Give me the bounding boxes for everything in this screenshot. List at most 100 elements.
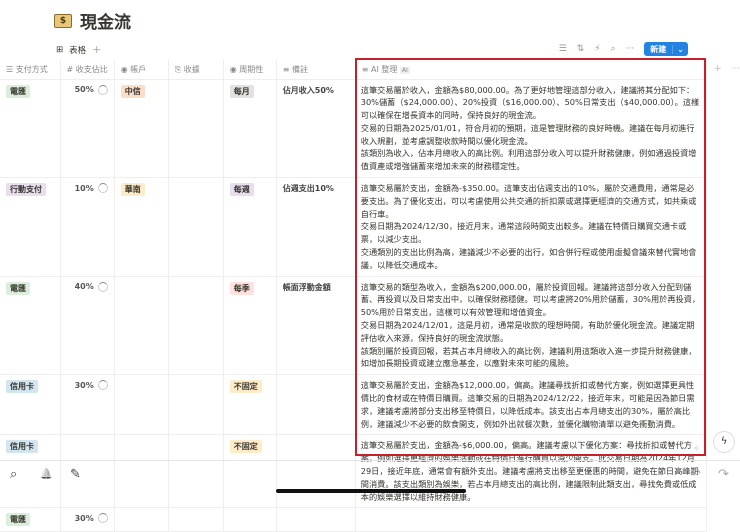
cell-period[interactable]: 每季 — [223, 276, 277, 376]
cell-note[interactable]: 佔月收入50% — [276, 79, 356, 179]
cell-ai-summary[interactable] — [355, 507, 707, 532]
table-icon: ⊞ — [56, 44, 64, 55]
period-tag[interactable]: 不固定 — [229, 440, 262, 454]
note-text: 帳面浮動金額 — [282, 282, 331, 292]
period-tag[interactable]: 每月 — [229, 84, 254, 98]
period-tag[interactable]: 不固定 — [229, 380, 262, 394]
period-tag[interactable]: 每週 — [229, 183, 254, 197]
cell-receipt[interactable] — [168, 177, 224, 277]
payment-tag[interactable]: 行動支付 — [6, 183, 46, 197]
column-type-icon: ◉ — [120, 64, 128, 74]
cell-account[interactable] — [114, 507, 169, 532]
table-row[interactable]: 電匯 40% 每季 帳面浮動金額 這筆交易的類型為收入，金額為$200,000.00，屬… — [0, 276, 707, 376]
search-icon[interactable]: ⌕ — [10, 467, 17, 482]
table-row[interactable]: 電匯 30% — [0, 507, 707, 532]
cell-account[interactable]: 華南 — [114, 177, 169, 277]
column-label: 收據 — [183, 64, 200, 74]
table-row[interactable]: 行動支付 10% 華南 每週 佔週支出10% 這筆交易屬於支出，金額為-$350.00。這… — [0, 177, 707, 277]
new-button-label[interactable]: 新建 — [644, 44, 672, 55]
sparkle-icon[interactable]: ✧ — [693, 444, 700, 453]
cell-receipt[interactable] — [168, 276, 224, 376]
more-icon[interactable]: ··· — [626, 44, 635, 54]
column-header[interactable]: ⎘ 收據 — [168, 60, 224, 80]
automation-icon[interactable]: ⚡ — [594, 44, 600, 54]
bell-icon[interactable]: 🔔 — [40, 469, 52, 480]
column-label: 帳戶 — [130, 64, 147, 74]
payment-tag[interactable]: 信用卡 — [6, 440, 38, 454]
progress-ring-icon — [97, 183, 108, 194]
column-header[interactable]: # 收支佔比 — [60, 60, 115, 80]
search-icon[interactable]: ⌕ — [611, 44, 616, 54]
ai-summary-text: 這筆交易屬於支出，金額為$12,000.00，偏高。建議尋找折扣或替代方案，例如… — [360, 380, 695, 429]
column-header[interactable]: ◉ 帳戶 — [114, 60, 169, 80]
payment-tag[interactable]: 電匯 — [6, 281, 30, 295]
cell-ratio[interactable]: 30% — [60, 374, 115, 436]
cell-period[interactable] — [223, 507, 277, 532]
compose-icon[interactable]: ✎ — [70, 467, 81, 482]
cell-ai-summary[interactable]: 這筆交易屬於收入，金額為$80,000.00。為了更好地管理這部分收入，建議將其… — [355, 79, 707, 179]
progress-ring-icon — [97, 84, 108, 95]
account-tag[interactable]: 華南 — [120, 183, 145, 197]
cell-note[interactable] — [276, 374, 356, 436]
account-tag[interactable]: 中信 — [120, 84, 145, 98]
period-tag[interactable]: 每季 — [229, 281, 254, 295]
table-row[interactable]: 信用卡 30% 不固定 這筆交易屬於支出，金額為$12,000.00，偏高。建議尋找折… — [0, 374, 707, 436]
cell-receipt[interactable] — [168, 79, 224, 179]
ratio-value: 30% — [74, 513, 94, 523]
cell-account[interactable]: 中信 — [114, 79, 169, 179]
cell-note[interactable]: 佔週支出10% — [276, 177, 356, 277]
cell-period[interactable]: 每週 — [223, 177, 277, 277]
ratio-value: 10% — [74, 183, 94, 193]
payment-tag[interactable]: 電匯 — [6, 513, 30, 527]
column-label: AI 整理 — [371, 64, 398, 74]
cell-account[interactable] — [114, 276, 169, 376]
ratio-value: 40% — [74, 282, 94, 292]
column-header[interactable]: ≡ AI 整理 AI — [355, 60, 707, 80]
cell-ratio[interactable]: 10% — [60, 177, 115, 277]
new-button[interactable]: 新建 ⌄ — [644, 42, 688, 56]
cell-payment[interactable]: 電匯 — [0, 276, 61, 376]
cell-ratio[interactable]: 50% — [60, 79, 115, 179]
money-icon: $ — [54, 13, 72, 28]
add-view-button[interactable]: + — [92, 43, 101, 56]
cell-ratio[interactable]: 40% — [60, 276, 115, 376]
column-type-icon: ⎘ — [174, 64, 182, 74]
payment-tag[interactable]: 電匯 — [6, 84, 30, 98]
table-row[interactable]: 電匯 50% 中信 每月 佔月收入50% 這筆交易屬於收入，金額為$80,000.00。為… — [0, 79, 707, 179]
cell-note[interactable]: 帳面浮動金額 — [276, 276, 356, 376]
column-header[interactable]: ◉ 周期性 — [223, 60, 277, 80]
sort-icon[interactable]: ⇅ — [577, 44, 585, 54]
redo-icon[interactable]: ↷ — [718, 467, 729, 482]
undo-icon[interactable]: ↶ — [690, 467, 701, 482]
filter-icon[interactable]: ☰ — [559, 44, 567, 54]
cell-payment[interactable]: 電匯 — [0, 79, 61, 179]
payment-tag[interactable]: 信用卡 — [6, 380, 38, 394]
column-label: 支付方式 — [15, 64, 48, 74]
cell-note[interactable] — [276, 507, 356, 532]
cell-ai-summary[interactable]: 這筆交易的類型為收入，金額為$200,000.00，屬於投資回報。建議將這部分收… — [355, 276, 707, 376]
tab-table[interactable]: 表格 — [69, 44, 86, 56]
cell-payment[interactable]: 信用卡 — [0, 374, 61, 436]
column-header[interactable]: ≡ 備註 — [276, 60, 356, 80]
column-header[interactable]: ☰ 支付方式 — [0, 60, 61, 80]
note-text: 佔週支出10% — [282, 184, 334, 194]
add-column-button[interactable]: + — [714, 64, 722, 74]
cell-account[interactable] — [114, 374, 169, 436]
page-header: $ 現金流 — [54, 8, 131, 33]
cell-ai-summary[interactable]: 這筆交易屬於支出，金額為-$350.00。這筆支出佔週支出的10%，屬於交通費用… — [355, 177, 707, 277]
column-label: 周期性 — [239, 64, 264, 74]
cell-receipt[interactable] — [168, 507, 224, 532]
cell-ratio[interactable]: 30% — [60, 507, 115, 532]
cell-ai-summary[interactable]: 這筆交易屬於支出，金額為$12,000.00，偏高。建議尋找折扣或替代方案，例如… — [355, 374, 707, 436]
cell-receipt[interactable] — [168, 374, 224, 436]
progress-ring-icon — [97, 281, 108, 292]
column-more-icon[interactable]: ··· — [732, 64, 740, 74]
cell-payment[interactable]: 電匯 — [0, 507, 61, 532]
chevron-down-icon[interactable]: ⌄ — [672, 44, 688, 54]
ai-summary-text: 這筆交易的類型為收入，金額為$200,000.00，屬於投資回報。建議將這部分收… — [360, 281, 701, 369]
ai-assistant-button[interactable]: ϟ — [713, 431, 735, 453]
cell-period[interactable]: 每月 — [223, 79, 277, 179]
toolbar: ☰ ⇅ ⚡ ⌕ ··· 新建 ⌄ — [559, 42, 688, 56]
cell-payment[interactable]: 行動支付 — [0, 177, 61, 277]
cell-period[interactable]: 不固定 — [223, 374, 277, 436]
